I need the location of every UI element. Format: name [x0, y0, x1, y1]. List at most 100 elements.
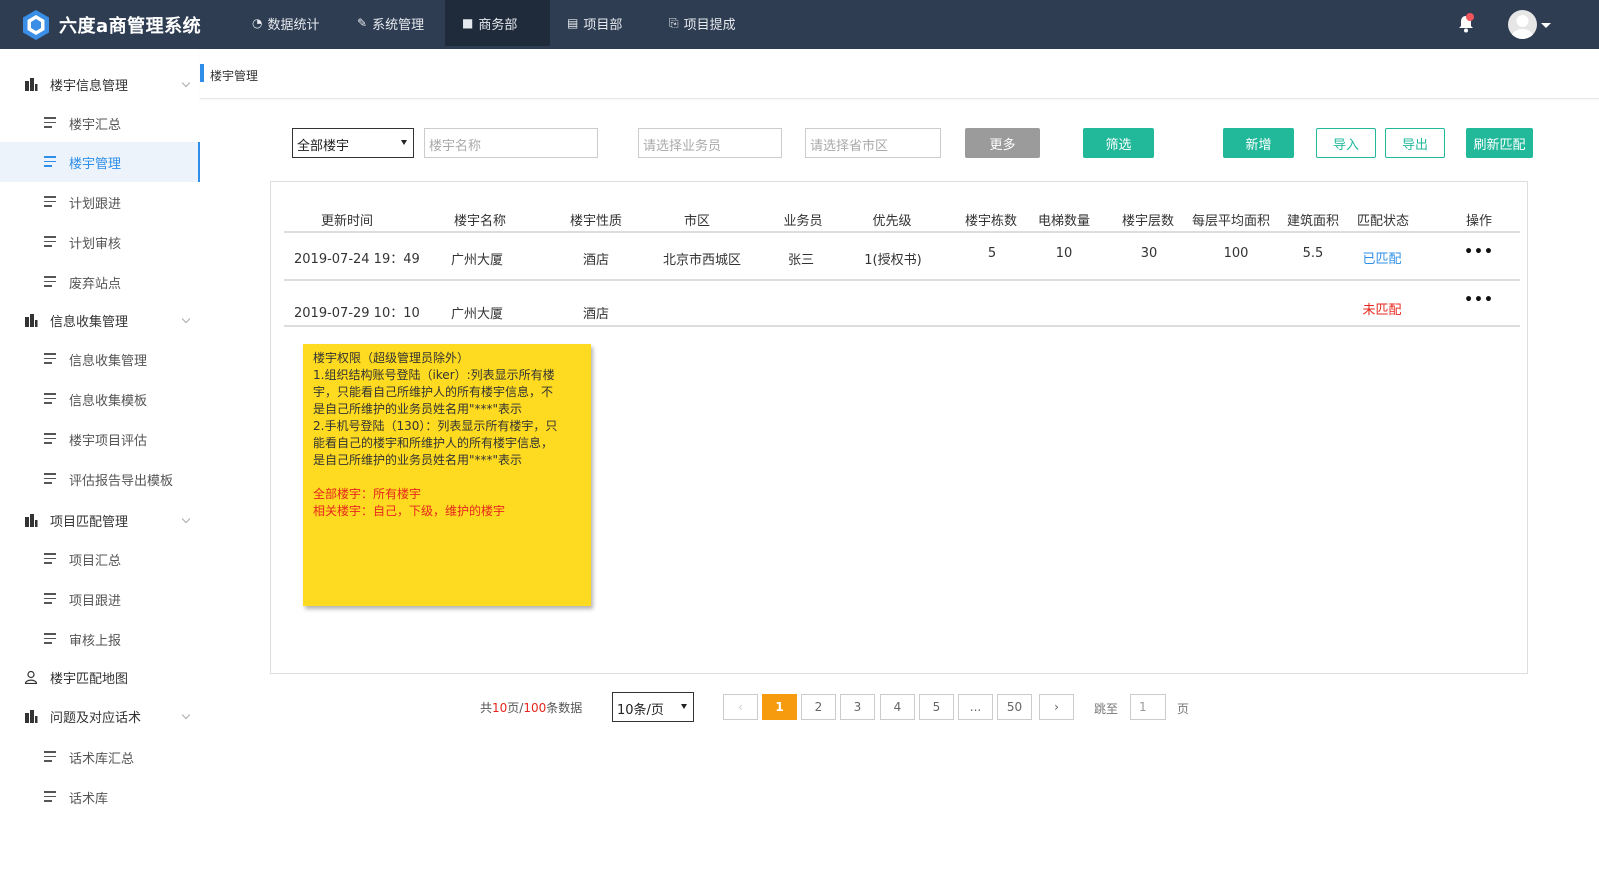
cell-district: 北京市西城区	[662, 253, 742, 268]
sidebar-item-label: 评估报告导出模板	[69, 473, 174, 489]
page-unit-label: 页	[1177, 702, 1190, 716]
sidebar-item-plan-review[interactable]: 计划审核	[0, 222, 200, 262]
col-header-avg-area[interactable]: 每层平均面积	[1192, 210, 1270, 229]
notification-dot	[1466, 13, 1474, 21]
page-button[interactable]: 5	[919, 694, 954, 720]
more-actions-icon[interactable]: •••	[1464, 292, 1494, 308]
col-header-name[interactable]: 楼宇名称	[454, 210, 506, 229]
sidebar-item-script-library[interactable]: 话术库	[0, 777, 200, 817]
sidebar-item-project-summary[interactable]: 项目汇总	[0, 539, 200, 579]
sidebar-item-label: 楼宇项目评估	[69, 433, 148, 449]
permission-sticky-note: 楼宇权限（超级管理员除外） 1.组织结构账号登陆（iker）:列表显示所有楼 宇…	[303, 344, 591, 606]
nav-system-management[interactable]: ✎ 系统管理	[357, 0, 424, 46]
cell-name: 广州大厦	[450, 307, 504, 322]
col-header-buildings[interactable]: 楼宇栋数	[965, 210, 1017, 229]
sidebar-item-plan-followup[interactable]: 计划跟进	[0, 182, 200, 222]
jump-label: 跳至	[1094, 702, 1119, 716]
cell-type: 酒店	[582, 307, 610, 322]
avatar[interactable]	[1508, 10, 1537, 39]
nav-project-dept[interactable]: ▤ 项目部	[567, 0, 622, 46]
cell-salesperson: 张三	[787, 253, 815, 268]
list-lines-icon	[44, 353, 56, 364]
note-line: 2.手机号登陆（130）：列表显示所有楼宇，只	[313, 419, 558, 433]
prev-page-button[interactable]: ‹	[723, 694, 758, 720]
nav-business-dept[interactable]: ■ 商务部	[445, 0, 550, 46]
page-button[interactable]: 1	[762, 694, 797, 720]
sidebar-group-label: 楼宇信息管理	[50, 78, 129, 94]
salesperson-input[interactable]: 请选择业务员	[638, 128, 782, 158]
sidebar-item-label: 话术库汇总	[69, 751, 135, 767]
more-button[interactable]: 更多	[965, 128, 1040, 158]
col-header-district[interactable]: 市区	[684, 210, 710, 229]
page-button[interactable]: 3	[840, 694, 875, 720]
export-button[interactable]: 导出	[1385, 128, 1445, 158]
select-value: 全部楼宇	[297, 139, 350, 154]
list-icon: ▤	[567, 16, 579, 30]
region-input[interactable]: 请选择省市区	[805, 128, 941, 158]
user-avatar-icon	[1511, 15, 1534, 39]
page-button[interactable]: 50	[997, 694, 1032, 720]
sidebar-item-label: 项目汇总	[69, 553, 122, 569]
breadcrumb-accent	[200, 64, 204, 82]
note-line: 是自己所维护的业务员姓名用"***"表示	[313, 453, 523, 467]
more-actions-icon[interactable]: •••	[1464, 244, 1494, 260]
building-icon	[25, 78, 38, 91]
breadcrumb-bar	[200, 49, 1599, 99]
sidebar-group-faq-scripts[interactable]: 问题及对应话术	[0, 697, 200, 735]
col-header-type[interactable]: 楼宇性质	[570, 210, 622, 229]
building-name-input[interactable]: 楼宇名称	[424, 128, 598, 158]
sidebar-group-building-info[interactable]: 楼宇信息管理	[0, 65, 200, 103]
sidebar-group-label: 项目匹配管理	[50, 514, 129, 530]
sidebar-item-review-submit[interactable]: 审核上报	[0, 619, 200, 659]
sidebar-item-building-summary[interactable]: 楼宇汇总	[0, 103, 200, 143]
sidebar-group-building-map[interactable]: 楼宇匹配地图	[0, 658, 200, 696]
refresh-match-button[interactable]: 刷新匹配	[1466, 128, 1533, 158]
filter-button[interactable]: 筛选	[1083, 128, 1154, 158]
col-header-updated[interactable]: 更新时间	[321, 210, 373, 229]
jump-page-input[interactable]: 1	[1130, 694, 1166, 720]
sidebar-item-label: 项目跟进	[69, 593, 122, 609]
sidebar-item-info-collection-management[interactable]: 信息收集管理	[0, 339, 200, 379]
note-highlight-line: 全部楼宇：所有楼宇	[313, 487, 422, 501]
chevron-down-icon	[181, 78, 191, 88]
import-button[interactable]: 导入	[1316, 128, 1376, 158]
sidebar-group-info-collection[interactable]: 信息收集管理	[0, 301, 200, 339]
col-header-total-area[interactable]: 建筑面积	[1287, 210, 1339, 229]
status-badge: 未匹配	[1362, 303, 1402, 318]
next-page-button[interactable]: ›	[1039, 694, 1074, 720]
page-button[interactable]: 2	[801, 694, 836, 720]
col-header-status[interactable]: 匹配状态	[1357, 210, 1409, 229]
sidebar-item-report-export-template[interactable]: 评估报告导出模板	[0, 459, 200, 499]
sidebar-item-building-management[interactable]: 楼宇管理	[0, 142, 200, 182]
col-header-floors[interactable]: 楼宇层数	[1122, 210, 1174, 229]
sidebar-item-abandoned-sites[interactable]: 废弃站点	[0, 262, 200, 302]
page-button[interactable]: 4	[880, 694, 915, 720]
col-header-salesperson[interactable]: 业务员	[783, 210, 822, 229]
building-icon	[25, 514, 38, 527]
col-header-priority[interactable]: 优先级	[872, 210, 911, 229]
col-header-actions: 操作	[1465, 214, 1493, 229]
col-header-elevators[interactable]: 电梯数量	[1038, 210, 1090, 229]
building-icon	[25, 710, 38, 723]
chevron-down-icon	[181, 314, 191, 324]
building-scope-select[interactable]: 全部楼宇	[292, 128, 414, 158]
app-logo[interactable]: 六度a商管理系统	[20, 9, 201, 41]
sidebar-item-building-project-evaluation[interactable]: 楼宇项目评估	[0, 419, 200, 459]
sidebar-item-info-collection-template[interactable]: 信息收集模板	[0, 379, 200, 419]
sidebar-item-project-followup[interactable]: 项目跟进	[0, 579, 200, 619]
nav-project-commission[interactable]: ⎘ 项目提成	[669, 0, 736, 46]
sidebar-item-script-summary[interactable]: 话术库汇总	[0, 737, 200, 777]
list-lines-icon	[44, 433, 56, 444]
nav-data-stats[interactable]: ◔ 数据统计	[252, 0, 320, 46]
nav-label: 项目部	[583, 17, 623, 33]
chevron-down-icon[interactable]	[1541, 23, 1551, 28]
page-size-select[interactable]: 10条/页	[612, 692, 694, 722]
note-line: 能看自己的楼宇和所维护人的所有楼宇信息，	[313, 436, 554, 450]
add-button[interactable]: 新增	[1223, 128, 1294, 158]
sidebar-item-label: 信息收集模板	[69, 393, 148, 409]
sidebar-item-label: 审核上报	[69, 633, 122, 649]
sidebar-group-project-matching[interactable]: 项目匹配管理	[0, 501, 200, 539]
table-row-divider	[284, 279, 1520, 281]
nav-label: 系统管理	[372, 17, 425, 33]
cell-total-area: 5.5	[1302, 246, 1324, 261]
